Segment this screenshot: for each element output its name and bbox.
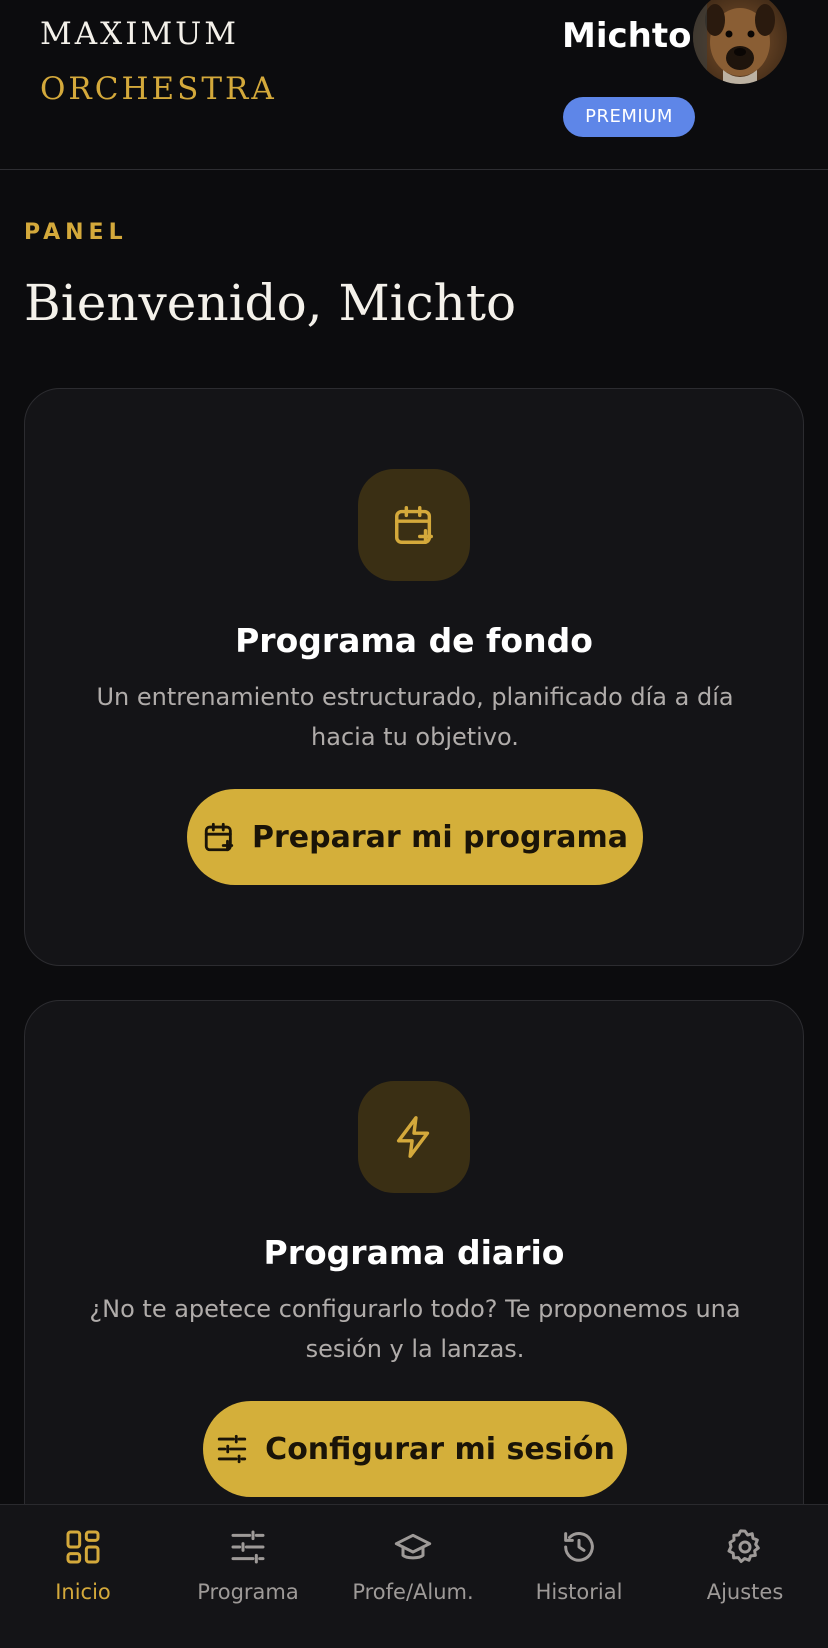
program-card-background: Programa de fondo Un entrenamiento estru… xyxy=(24,388,804,966)
avatar[interactable] xyxy=(693,0,787,84)
prepare-program-button[interactable]: Preparar mi programa xyxy=(187,789,643,885)
card-title: Programa diario xyxy=(263,1233,565,1272)
graduation-cap-icon xyxy=(394,1533,432,1560)
card-description: ¿No te apetece configurarlo todo? Te pro… xyxy=(89,1295,741,1363)
card-description: Un entrenamiento estructurado, planifica… xyxy=(96,683,734,751)
nav-item-inicio[interactable]: Inicio xyxy=(0,1527,166,1627)
nav-label: Profe/Alum. xyxy=(352,1580,474,1604)
card-title: Programa de fondo xyxy=(235,621,593,660)
nav-label: Inicio xyxy=(55,1580,111,1604)
gear-icon xyxy=(727,1529,760,1563)
nav-item-programa[interactable]: Programa xyxy=(165,1527,331,1627)
brand-logo[interactable]: MAXIMUM ORCHESTRA xyxy=(40,14,277,109)
nav-label: Programa xyxy=(197,1580,299,1604)
configure-session-label: Configurar mi sesión xyxy=(265,1431,615,1467)
panel-eyebrow: PANEL xyxy=(24,220,128,245)
avatar-dog-image xyxy=(693,0,775,84)
prepare-program-label: Preparar mi programa xyxy=(251,819,628,855)
lightning-icon xyxy=(396,1116,430,1158)
app-header: MAXIMUM ORCHESTRA Michto PREMIUM xyxy=(0,0,828,170)
card-icon-tile xyxy=(358,469,470,581)
history-icon xyxy=(564,1532,594,1562)
card-icon-tile xyxy=(358,1081,470,1193)
page-title: Bienvenido, Michto xyxy=(24,274,517,332)
nav-label: Ajustes xyxy=(706,1580,784,1604)
calendar-plus-icon xyxy=(204,822,234,852)
nav-item-profe-alum[interactable]: Profe/Alum. xyxy=(330,1527,496,1627)
configure-session-button[interactable]: Configurar mi sesión xyxy=(203,1401,627,1497)
nav-label: Historial xyxy=(535,1580,623,1604)
user-name: Michto xyxy=(562,16,692,56)
brand-line-orchestra: ORCHESTRA xyxy=(40,71,277,107)
calendar-plus-icon xyxy=(395,506,433,544)
bottom-navigation: Inicio Programa Profe/Alum. Historial Aj… xyxy=(0,1504,828,1648)
nav-item-historial[interactable]: Historial xyxy=(496,1527,662,1627)
brand-line-maximum: MAXIMUM xyxy=(40,16,240,52)
nav-item-ajustes[interactable]: Ajustes xyxy=(662,1527,828,1627)
grid-icon xyxy=(66,1530,100,1564)
premium-badge: PREMIUM xyxy=(563,97,695,137)
sliders-icon xyxy=(218,1434,247,1464)
sliders-icon xyxy=(231,1530,265,1564)
